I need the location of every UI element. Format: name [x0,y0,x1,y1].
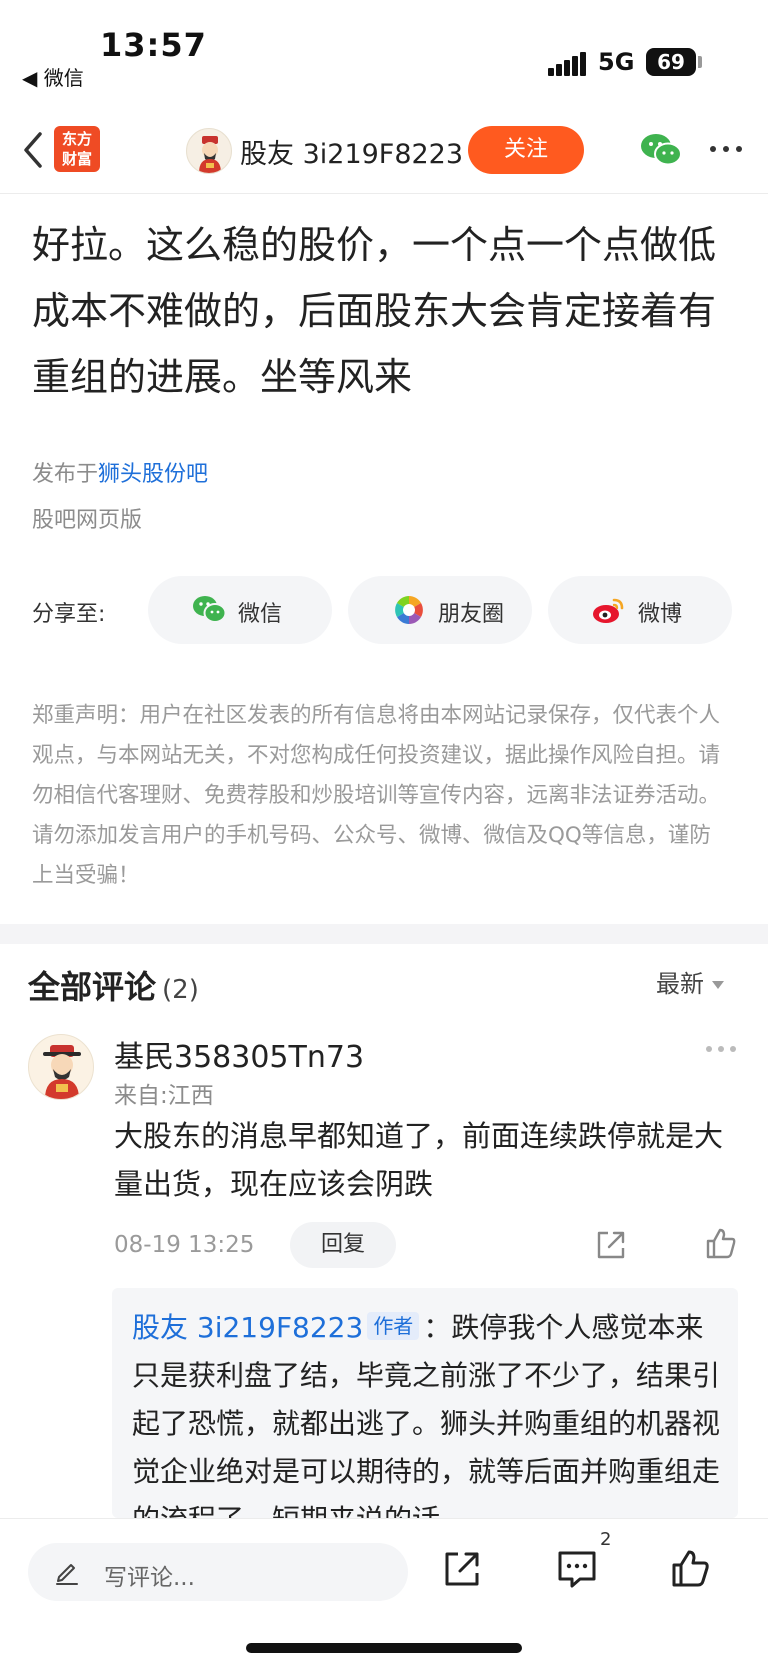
reply-button[interactable]: 回复 [290,1222,396,1268]
logo-line-2: 财富 [61,150,92,168]
comment-date: 08-19 13:25 [114,1232,255,1258]
bottom-bar: 写评论... 2 [0,1518,768,1670]
comments-count: (2) [162,975,199,1005]
comment-share-icon[interactable] [594,1228,628,1262]
author-avatar[interactable] [186,128,232,174]
share-icon[interactable] [442,1549,482,1589]
status-time: 13:57 [100,26,207,64]
fortune-god-avatar-icon [199,136,221,173]
like-icon[interactable] [670,1547,712,1589]
sort-label: 最新 [656,970,704,998]
share-weibo-label: 微博 [638,602,683,627]
follow-button[interactable]: 关注 [468,126,584,174]
caret-down-icon [712,981,724,989]
commenter-avatar[interactable] [28,1034,94,1100]
nav-username[interactable]: 股友 3i219F8223 [240,132,463,171]
published-prefix: 发布于 [32,462,99,487]
author-tag-badge: 作者 [367,1312,420,1340]
home-indicator [246,1643,522,1653]
comment-more-icon[interactable] [706,1046,738,1054]
share-wechat-label: 微信 [238,602,283,627]
comments-title: 全部评论 (2) [28,962,199,1008]
wechat-share-icon[interactable] [640,132,682,168]
fortune-god-avatar-icon [43,1045,81,1099]
share-row: 分享至: 微信 朋友圈 微博 [32,576,742,646]
share-moments-label: 朋友圈 [438,602,505,627]
share-wechat-button[interactable]: 微信 [148,576,332,644]
reply-box: 股友 3i219F8223 作者 ：跌停我个人感觉本来只是获利盘了结，毕竟之前涨了不… [112,1288,738,1518]
disclaimer: 郑重声明：用户在社区发表的所有信息将由本网站记录保存，仅代表个人观点，与本网站无… [32,703,721,888]
reply-author-name[interactable]: 股友 3i219F8223 [132,1311,363,1344]
weibo-icon [593,598,624,623]
comment-placeholder: 写评论... [104,1565,195,1591]
commenter-name[interactable]: 基民358305Tn73 [114,1032,364,1076]
post-body: 好拉。这么稳的股价，一个点一个点做低成本不难做的，后面股东大会肯定接着有重组的进… [32,223,717,399]
share-moments-button[interactable]: 朋友圈 [348,576,532,644]
share-weibo-button[interactable]: 微博 [548,576,732,644]
comment-text: 大股东的消息早都知道了，前面连续跌停就是大量出货，现在应该会阴跌 [114,1119,724,1201]
commenter-location: 来自:江西 [114,1083,214,1109]
comment-input[interactable]: 写评论... [28,1543,408,1601]
eastmoney-logo[interactable]: 东方 财富 [54,126,100,172]
sort-dropdown[interactable]: 最新 [656,964,724,999]
reply-separator: ： [423,1311,452,1344]
pencil-icon [56,1564,78,1585]
network-type: 5G [598,48,635,76]
author-reply: 股友 3i219F8223 作者 ：跌停我个人感觉本来只是获利盘了结，毕竟之前涨了不… [132,1304,724,1518]
status-bar: 13:57 ◀ 微信 5G 69 [0,0,768,110]
back-arrow-icon[interactable] [18,128,48,172]
comment-icon[interactable] [556,1549,598,1589]
comment-like-icon[interactable] [704,1226,738,1260]
nav-bar: 东方 财富 股友 3i219F8223 关注 [0,110,768,194]
wechat-icon [193,596,226,623]
cellular-signal-icon [548,52,588,76]
battery-icon: 69 [646,48,696,76]
post-source: 股吧网页版 [32,508,143,533]
moments-icon [395,596,423,624]
comment-count-badge: 2 [600,1529,612,1550]
comments-title-text: 全部评论 [28,968,157,1006]
section-divider [0,924,768,944]
share-label: 分享至: [32,602,106,627]
battery-cap [698,56,702,68]
back-to-wechat[interactable]: ◀ 微信 [22,62,84,91]
stock-bar-link[interactable]: 狮头股份吧 [98,462,208,487]
published-in: 发布于狮头股份吧 [32,456,208,488]
logo-line-1: 东方 [61,130,92,148]
more-options-icon[interactable] [710,146,744,154]
